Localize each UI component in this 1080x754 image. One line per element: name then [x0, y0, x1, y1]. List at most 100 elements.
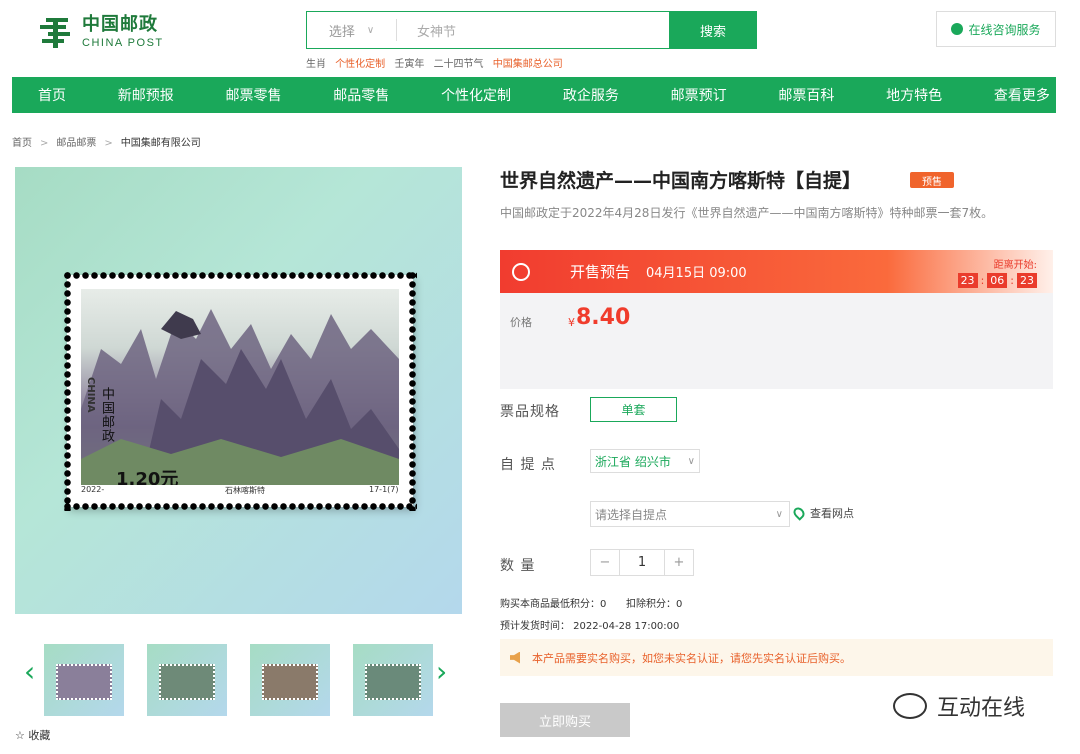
pickup-point-select[interactable]: 请选择自提点 ∨	[590, 501, 790, 527]
brand-name-en: CHINA POST	[82, 36, 164, 49]
nav-item-home[interactable]: 首页	[38, 85, 66, 105]
search-category-select[interactable]: 选择 ∨	[307, 19, 397, 41]
favorite-button[interactable]: ☆ 收藏	[15, 727, 50, 743]
perforation	[408, 271, 417, 511]
favorite-label: 收藏	[28, 729, 51, 742]
min-points-text: 购买本商品最低积分：0	[500, 599, 607, 610]
quantity-input[interactable]: 1	[619, 550, 665, 575]
presale-label: 开售预告	[570, 263, 631, 281]
countdown-label: 距离开始:	[993, 260, 1037, 271]
product-title: 世界自然遗产——中国南方喀斯特【自提】	[500, 170, 862, 192]
stamp-country-cn: 中国邮政	[99, 387, 114, 443]
notice-text: 本产品需要实名购买，如您未实名认证，请您先实名认证后购买。	[532, 651, 851, 665]
stamp-image: 中国邮政 CHINA 1.20元 2022- 石林喀斯特 17-1(7)	[63, 271, 417, 511]
online-service-button[interactable]: 在线咨询服务	[936, 11, 1056, 47]
view-sites-label: 查看网点	[810, 507, 854, 520]
speaker-icon	[510, 651, 520, 664]
star-icon: ☆	[15, 729, 25, 742]
quantity-stepper: − 1 +	[590, 549, 694, 576]
buy-now-button[interactable]: 立即购买	[500, 703, 630, 737]
chevron-down-icon: ∨	[687, 455, 695, 467]
search-bar: 选择 ∨ 女神节 搜索	[306, 11, 757, 49]
search-input[interactable]: 女神节	[397, 21, 669, 40]
hot-word[interactable]: 二十四节气	[434, 59, 484, 70]
stamp-code: 17-1(7)	[369, 485, 399, 494]
nav-item-enterprise-service[interactable]: 政企服务	[563, 85, 619, 105]
nav-item-more[interactable]: 查看更多	[994, 85, 1050, 105]
nav-item-philatelic-retail[interactable]: 邮品零售	[333, 85, 389, 105]
product-description: 中国邮政定于2022年4月28日发行《世界自然遗产——中国南方喀斯特》特种邮票一…	[500, 206, 994, 220]
quantity-label: 数 量	[500, 558, 536, 574]
countdown-hours: 23	[957, 273, 978, 288]
spec-option-single-set[interactable]: 单套	[590, 397, 677, 422]
watermark-text: 互动在线	[937, 696, 1026, 721]
breadcrumb-current: 中国集邮有限公司	[120, 138, 201, 149]
stamp-country-en: CHINA	[85, 377, 96, 413]
chevron-down-icon: ∨	[366, 24, 375, 36]
countdown-colon: :	[1010, 274, 1014, 287]
price-label: 价格	[510, 316, 532, 329]
province-city-value: 浙江省 绍兴市	[595, 454, 671, 469]
china-post-logo[interactable]: 中国邮政 CHINA POST	[38, 12, 178, 52]
thumbnail-2[interactable]	[147, 644, 227, 716]
view-sites-link[interactable]: 查看网点	[791, 505, 854, 521]
countdown-seconds: 23	[1017, 273, 1037, 288]
search-button[interactable]: 搜索	[669, 11, 757, 49]
quantity-plus-button[interactable]: +	[665, 550, 693, 575]
thumbnail-3[interactable]	[250, 644, 330, 716]
hot-word[interactable]: 个性化定制	[335, 59, 385, 70]
china-post-emblem-icon	[38, 14, 74, 50]
pickup-point-placeholder: 请选择自提点	[595, 507, 668, 522]
stamp-caption: 石林喀斯特	[225, 486, 265, 495]
clock-icon	[512, 262, 530, 281]
price-value: 8.40	[576, 305, 631, 330]
currency-symbol: ¥	[568, 316, 575, 329]
nav-item-local-features[interactable]: 地方特色	[886, 85, 942, 105]
nav-item-stamp-retail[interactable]: 邮票零售	[226, 85, 282, 105]
chevron-down-icon: ∨	[775, 508, 783, 520]
presale-banner: 开售预告 04月15日 09:00 距离开始: 23: 06: 23	[500, 250, 1053, 293]
chevron-right-icon[interactable]: ›	[436, 655, 447, 688]
nav-item-stamp-subscription[interactable]: 邮票预订	[671, 85, 727, 105]
location-pin-icon	[791, 505, 807, 521]
realname-notice: 本产品需要实名购买，如您未实名认证，请您先实名认证后购买。	[500, 639, 1053, 676]
search-category-label: 选择	[328, 24, 355, 40]
breadcrumb: 首页 > 邮品邮票 > 中国集邮有限公司	[12, 134, 201, 149]
price-box: 价格 ¥ 8.40	[500, 293, 1053, 389]
chevron-right-icon: >	[104, 138, 113, 149]
breadcrumb-category[interactable]: 邮品邮票	[56, 138, 96, 149]
chevron-left-icon[interactable]: ‹	[24, 655, 35, 688]
karst-landscape-art: 中国邮政 CHINA 1.20元	[81, 289, 399, 485]
ship-time-text: 预计发货时间： 2022-04-28 17:00:00	[500, 621, 680, 632]
countdown-colon: :	[980, 274, 985, 287]
thumbnail-1[interactable]	[44, 644, 124, 716]
perforation	[63, 271, 417, 280]
thumbnail-4[interactable]	[353, 644, 433, 716]
quantity-minus-button[interactable]: −	[591, 550, 619, 575]
breadcrumb-home[interactable]: 首页	[12, 138, 32, 149]
main-nav: 首页 新邮预报 邮票零售 邮品零售 个性化定制 政企服务 邮票预订 邮票百科 地…	[12, 77, 1056, 113]
hot-word[interactable]: 中国集邮总公司	[493, 59, 563, 70]
province-city-select[interactable]: 浙江省 绍兴市 ∨	[590, 449, 700, 473]
nav-item-new-stamp-forecast[interactable]: 新邮预报	[118, 85, 174, 105]
countdown-minutes: 06	[987, 273, 1008, 288]
presale-date: 04月15日 09:00	[646, 266, 747, 281]
hot-search-words: 生肖 个性化定制 壬寅年 二十四节气 中国集邮总公司	[306, 55, 569, 70]
hot-word[interactable]: 壬寅年	[394, 59, 424, 70]
hot-word[interactable]: 生肖	[306, 59, 326, 70]
perforation	[63, 271, 72, 511]
nav-item-stamp-encyclopedia[interactable]: 邮票百科	[778, 85, 834, 105]
pickup-label: 自 提 点	[500, 457, 556, 473]
deduct-points-text: 扣除积分：0	[626, 599, 683, 610]
stamp-face-value: 1.20元	[116, 469, 179, 485]
nav-item-customization[interactable]: 个性化定制	[441, 85, 511, 105]
brand-name-cn: 中国邮政	[82, 13, 158, 35]
chevron-right-icon: >	[40, 138, 49, 149]
countdown: 距离开始: 23: 06: 23	[957, 256, 1037, 288]
watermark: 互动在线	[893, 690, 1025, 722]
perforation	[63, 502, 417, 511]
chat-icon	[951, 23, 964, 35]
wechat-icon	[893, 693, 927, 719]
online-service-label: 在线咨询服务	[968, 22, 1041, 37]
presale-badge: 预售	[910, 172, 954, 188]
